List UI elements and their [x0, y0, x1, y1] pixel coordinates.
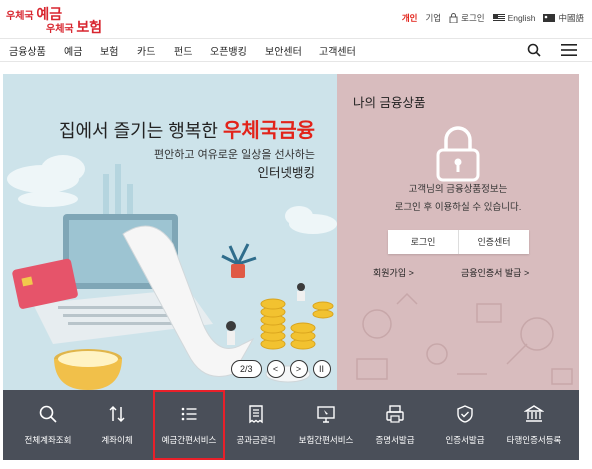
china-flag-icon — [543, 14, 556, 22]
logo-line-2: 우체국 보험 — [46, 19, 103, 35]
quick-item-deposit-easy-service[interactable]: 예금간편서비스 — [153, 390, 225, 460]
shield-check-icon — [457, 405, 473, 423]
monitor-icon — [317, 406, 335, 423]
lock-icon — [449, 13, 458, 23]
login-required-message-2: 로그인 후 이용하실 수 있습니다. — [394, 202, 522, 213]
quick-item-insurance-easy-service[interactable]: 보험간편서비스 — [290, 390, 362, 460]
banner-controls: 2/3 < > II — [231, 360, 331, 378]
banner-title-highlight: 우체국금융 — [223, 120, 315, 142]
nav-item-fund[interactable]: 펀드 — [174, 43, 192, 58]
printer-icon — [386, 405, 404, 423]
login-button[interactable]: 로그인 — [388, 230, 458, 254]
banner-pause-button[interactable]: II — [312, 360, 331, 378]
chinese-label: 中國語 — [558, 13, 584, 23]
login-required-message-1: 고객님의 금융상품정보는 — [408, 184, 508, 195]
nav-item-security[interactable]: 보안센터 — [265, 43, 302, 58]
bank-icon — [524, 405, 544, 422]
us-flag-icon — [492, 14, 505, 22]
nav-item-deposit[interactable]: 예금 — [64, 43, 82, 58]
english-label: English — [507, 13, 536, 23]
finance-pattern-decoration — [356, 292, 573, 385]
auth-button-group: 로그인 인증센터 — [388, 230, 529, 254]
banner-subtitle-2: 인터넷뱅킹 — [257, 166, 315, 180]
quick-item-utility-bills[interactable]: 공과금관리 — [220, 390, 292, 460]
english-link[interactable]: English — [492, 13, 536, 23]
receipt-icon — [249, 405, 263, 424]
promo-banner[interactable]: 집에서 즐기는 행복한 우체국금융 편안하고 여유로운 일상을 선사하는 인터넷… — [3, 74, 337, 390]
my-products-heading: 나의 금융상품 — [353, 96, 426, 110]
nav-item-customer[interactable]: 고객센터 — [319, 43, 356, 58]
nav-item-card[interactable]: 카드 — [137, 43, 155, 58]
top-bar: 우체국 예금 우체국 보험 개인 기업 로그인 English 中國語 — [0, 0, 592, 38]
banner-prev-button[interactable]: < — [266, 360, 285, 378]
quick-menu-bar: 전체계좌조회 계좌이체 예금간편서비스 공과금관리 보험간편서비스 증명서발급 … — [3, 390, 579, 460]
padlock-icon — [436, 126, 480, 182]
quick-item-other-bank-cert[interactable]: 타행인증서등록 — [498, 390, 570, 460]
utility-menu: 개인 기업 로그인 English 中國語 — [402, 12, 584, 24]
join-link[interactable]: 회원가입 > — [373, 266, 414, 279]
login-link[interactable]: 로그인 — [449, 12, 485, 24]
banner-subtitle-1: 편안하고 여유로운 일상을 선사하는 — [154, 149, 315, 161]
nav-item-insurance[interactable]: 보험 — [100, 43, 118, 58]
quick-item-all-accounts[interactable]: 전체계좌조회 — [12, 390, 84, 460]
cert-center-button[interactable]: 인증센터 — [458, 230, 529, 254]
quick-item-certificate-issue[interactable]: 증명서발급 — [359, 390, 431, 460]
nav-item-openbanking[interactable]: 오픈뱅킹 — [210, 43, 247, 58]
quick-item-cert-issue[interactable]: 인증서발급 — [429, 390, 501, 460]
main-nav: 금융상품 예금 보험 카드 펀드 오픈뱅킹 보안센터 고객센터 — [0, 38, 592, 62]
nav-item-products[interactable]: 금융상품 — [9, 43, 46, 58]
cert-issue-link[interactable]: 금융인증서 발급 > — [461, 266, 529, 279]
search-icon — [39, 405, 57, 423]
personal-link[interactable]: 개인 — [402, 12, 418, 24]
banner-pager: 2/3 — [231, 360, 262, 378]
banner-next-button[interactable]: > — [289, 360, 308, 378]
banner-title: 집에서 즐기는 행복한 우체국금융 — [59, 114, 315, 143]
search-icon[interactable] — [527, 43, 541, 57]
logo[interactable]: 우체국 예금 우체국 보험 — [6, 4, 106, 35]
my-products-panel: 나의 금융상품 고객님의 금융상품정보는 로그인 후 이용하실 수 있습니다. … — [337, 74, 579, 390]
transfer-arrows-icon — [109, 405, 125, 423]
banner-title-prefix: 집에서 즐기는 행복한 — [58, 121, 218, 141]
quick-item-label: 타행인증서등록 — [506, 435, 562, 445]
login-label: 로그인 — [461, 13, 485, 23]
hamburger-menu-icon[interactable] — [561, 44, 577, 56]
chinese-link[interactable]: 中國語 — [543, 12, 584, 24]
list-icon — [181, 407, 197, 421]
corporate-link[interactable]: 기업 — [425, 12, 441, 24]
quick-item-transfer[interactable]: 계좌이체 — [81, 390, 153, 460]
